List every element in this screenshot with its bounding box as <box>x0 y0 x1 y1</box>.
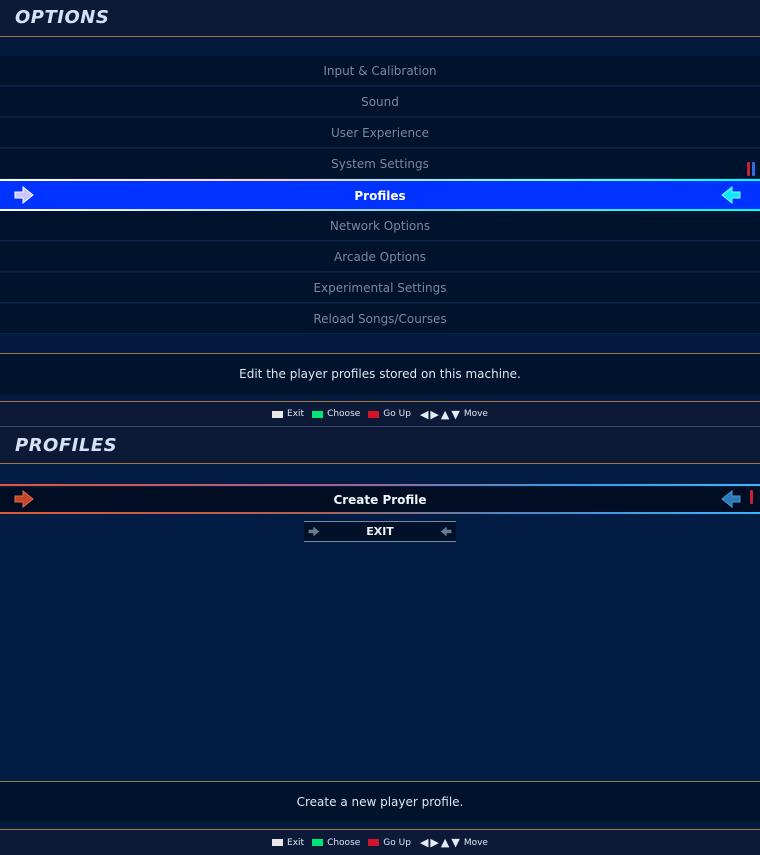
menu-item-label: Profiles <box>354 188 406 203</box>
hint-go-up-label: Go Up <box>383 409 411 419</box>
create-row-top-line <box>0 484 760 486</box>
choose-button-icon <box>312 839 324 846</box>
hint-move: ◀ ▶ ▲ ▼ Move <box>419 836 488 849</box>
menu-item-profiles[interactable]: Profiles <box>0 181 760 210</box>
menu-item-label: Arcade Options <box>334 249 426 264</box>
hint-go-up: Go Up <box>368 409 411 419</box>
exit-button[interactable]: EXIT <box>304 521 456 542</box>
hint-move: ◀ ▶ ▲ ▼ Move <box>419 407 488 421</box>
create-profile-label: Create Profile <box>333 493 427 507</box>
exit-right-arrow-icon <box>308 526 320 537</box>
create-row-bottom-line <box>0 512 760 514</box>
options-bottom-band <box>0 335 760 353</box>
create-left-arrow-icon <box>721 490 741 508</box>
create-profile-item[interactable]: Create Profile <box>0 487 760 513</box>
options-description-text: Edit the player profiles stored on this … <box>239 367 521 381</box>
hint-choose: Choose <box>312 409 360 419</box>
hint-choose-label: Choose <box>327 409 361 419</box>
right-triangle-icon: ▶ <box>430 407 439 421</box>
menu-item-input-calibration[interactable]: Input & Calibration <box>0 56 760 86</box>
menu-item-sound[interactable]: Sound <box>0 87 760 117</box>
hint-exit-label: Exit <box>287 837 305 848</box>
exit-left-arrow-icon <box>440 526 452 537</box>
menu-item-label: User Experience <box>330 125 430 140</box>
create-right-arrow-icon <box>14 490 34 508</box>
down-triangle-icon: ▼ <box>451 836 460 849</box>
choose-button-icon <box>312 410 324 418</box>
options-description-panel: Edit the player profiles stored on this … <box>0 354 760 394</box>
button-hint-bar: Exit Choose Go Up ◀ ▶ ▲ ▼ Move <box>0 402 760 426</box>
profiles-scroll-marker <box>750 490 753 504</box>
scroll-marker-p1 <box>747 162 750 176</box>
hint-go-up-label: Go Up <box>383 837 411 848</box>
left-triangle-icon: ◀ <box>419 407 429 421</box>
selection-left-arrow-icon <box>721 186 741 204</box>
down-triangle-icon: ▼ <box>451 407 460 421</box>
hint-move-label: Move <box>463 837 488 848</box>
hint-exit: Exit <box>272 409 304 419</box>
menu-item-user-experience[interactable]: User Experience <box>0 118 760 148</box>
up-triangle-icon: ▲ <box>440 836 450 849</box>
go-up-button-icon <box>368 839 380 846</box>
exit-button-icon <box>272 410 284 418</box>
description-gap <box>0 394 760 401</box>
exit-button-label: EXIT <box>366 525 394 538</box>
hint-choose: Choose <box>312 838 360 848</box>
menu-item-label: Network Options <box>329 218 431 233</box>
menu-item-reload-songs-courses[interactable]: Reload Songs/Courses <box>0 304 760 334</box>
menu-item-network-options[interactable]: Network Options <box>0 211 760 241</box>
hint-exit-label: Exit <box>287 409 305 419</box>
left-triangle-icon: ◀ <box>419 836 429 849</box>
menu-item-label: System Settings <box>331 156 429 171</box>
selection-right-arrow-icon <box>14 186 34 204</box>
hint-exit: Exit <box>272 838 304 848</box>
hint-choose-label: Choose <box>327 837 361 848</box>
button-hint-bar-2: Exit Choose Go Up ◀ ▶ ▲ ▼ Move <box>0 830 760 855</box>
profiles-title: PROFILES <box>15 435 118 456</box>
profiles-description-panel: Create a new player profile. <box>0 782 760 822</box>
menu-item-experimental-settings[interactable]: Experimental Settings <box>0 273 760 303</box>
profiles-description-text: Create a new player profile. <box>296 795 464 809</box>
menu-item-label: Experimental Settings <box>313 280 447 295</box>
menu-item-system-settings[interactable]: System Settings <box>0 149 760 179</box>
hint-move-label: Move <box>463 409 488 419</box>
profiles-header-divider <box>0 463 760 464</box>
profiles-list-area <box>0 545 760 781</box>
exit-button-icon <box>272 839 284 846</box>
right-triangle-icon: ▶ <box>430 836 439 849</box>
options-title: OPTIONS <box>15 7 110 28</box>
options-header: OPTIONS <box>0 0 760 36</box>
menu-item-label: Reload Songs/Courses <box>313 311 447 326</box>
options-top-band <box>0 37 760 56</box>
scroll-marker-p2 <box>752 162 755 176</box>
menu-item-arcade-options[interactable]: Arcade Options <box>0 242 760 272</box>
up-triangle-icon: ▲ <box>440 407 450 421</box>
go-up-button-icon <box>368 410 380 418</box>
profiles-description-gap <box>0 822 760 829</box>
menu-item-label: Input & Calibration <box>323 63 437 78</box>
hint-go-up: Go Up <box>368 838 411 848</box>
profiles-header: PROFILES <box>0 427 760 463</box>
menu-item-label: Sound <box>361 94 399 109</box>
